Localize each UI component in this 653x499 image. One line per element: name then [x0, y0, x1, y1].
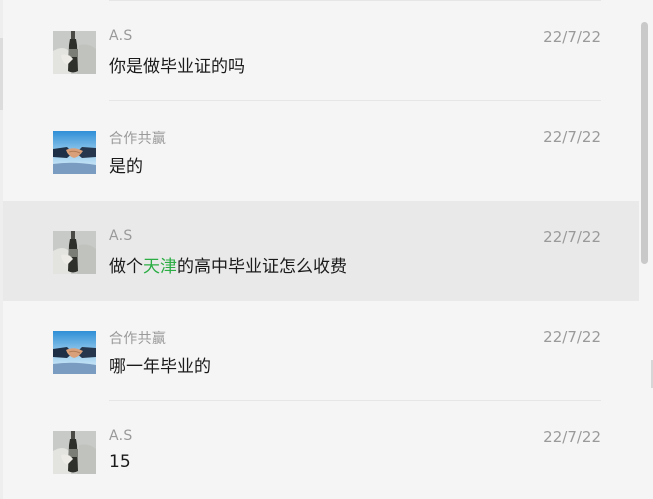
message-timestamp: 22/7/22 — [543, 428, 601, 446]
bottle-avatar-icon[interactable] — [53, 31, 96, 74]
search-highlight: 天津 — [143, 257, 177, 277]
message-preview: 做个天津的高中毕业证怎么收费 — [109, 252, 347, 277]
sender-name: A.S — [109, 428, 133, 444]
message-row-selected[interactable]: A.S 22/7/22 做个天津的高中毕业证怎么收费 — [3, 201, 639, 301]
message-timestamp: 22/7/22 — [543, 328, 601, 346]
message-text-before: 做个 — [109, 257, 143, 277]
message-row[interactable]: A.S 22/7/22 15 — [3, 401, 639, 499]
message-text-after: 的高中毕业证怎么收费 — [177, 257, 347, 277]
handshake-avatar-icon[interactable] — [53, 331, 96, 374]
message-timestamp: 22/7/22 — [543, 28, 601, 46]
message-preview: 是的 — [109, 157, 143, 177]
scrollbar[interactable] — [639, 0, 650, 499]
bottle-avatar-icon[interactable] — [53, 231, 96, 274]
message-timestamp: 22/7/22 — [543, 128, 601, 146]
bottle-avatar-icon[interactable] — [53, 431, 96, 474]
sender-name: 合作共赢 — [109, 131, 167, 147]
message-list: A.S 22/7/22 你是做毕业证的吗 合作共赢 22/7/22 是的 A.S… — [3, 1, 639, 499]
message-row[interactable]: 合作共赢 22/7/22 是的 — [3, 101, 639, 201]
message-row[interactable]: 合作共赢 22/7/22 哪一年毕业的 — [3, 301, 639, 401]
sender-name: A.S — [109, 228, 133, 244]
handshake-avatar-icon[interactable] — [53, 131, 96, 174]
sender-name: 合作共赢 — [109, 331, 167, 347]
message-row[interactable]: A.S 22/7/22 你是做毕业证的吗 — [3, 1, 639, 101]
chat-history-panel: A.S 22/7/22 你是做毕业证的吗 合作共赢 22/7/22 是的 A.S… — [0, 0, 653, 499]
message-preview: 15 — [109, 452, 131, 472]
scrollbar-thumb[interactable] — [641, 22, 648, 264]
message-preview: 哪一年毕业的 — [109, 357, 211, 377]
message-timestamp: 22/7/22 — [543, 228, 601, 246]
message-preview: 你是做毕业证的吗 — [109, 57, 245, 77]
sender-name: A.S — [109, 28, 133, 44]
